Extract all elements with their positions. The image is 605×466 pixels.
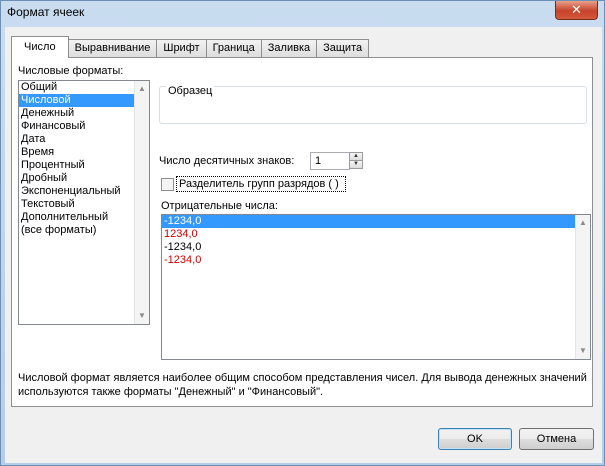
scroll-up-icon[interactable]: ▲ <box>576 216 590 230</box>
list-item[interactable]: Дата <box>19 133 149 146</box>
scroll-up-icon[interactable]: ▲ <box>135 82 149 96</box>
list-item[interactable]: -1234,0 <box>162 241 590 254</box>
list-item[interactable]: Экспоненциальный <box>19 185 149 198</box>
negative-items: -1234,0 1234,0 -1234,0 -1234,0 <box>162 215 590 267</box>
formats-items: Общий Числовой Денежный Финансовый Дата Время… <box>19 81 149 237</box>
list-item[interactable]: Финансовый <box>19 120 149 133</box>
tab-panel-number: Числовые форматы: Общий Числовой Денежный Ф… <box>11 57 593 407</box>
close-button[interactable]: ✕ <box>555 1 598 20</box>
list-item[interactable]: Время <box>19 146 149 159</box>
scroll-down-icon[interactable]: ▼ <box>576 344 590 358</box>
spin-down-icon[interactable]: ▼ <box>349 160 363 169</box>
decimals-label: Число десятичных знаков: <box>159 155 295 167</box>
tab-protection[interactable]: Защита <box>316 39 370 58</box>
list-item[interactable]: Общий <box>19 81 149 94</box>
sample-groupbox: Образец <box>159 85 587 124</box>
tab-strip: Число Выравнивание Шрифт Граница Заливка… <box>11 36 370 58</box>
format-cells-dialog: Формат ячеек ✕ Число Выравнивание Шрифт … <box>0 0 605 466</box>
list-item[interactable]: Текстовый <box>19 198 149 211</box>
ok-button[interactable]: OK <box>438 428 512 450</box>
list-item[interactable]: Числовой <box>19 94 134 107</box>
list-item[interactable]: Денежный <box>19 107 149 120</box>
list-item[interactable]: -1234,0 <box>162 215 575 228</box>
negative-label: Отрицательные числа: <box>161 200 278 212</box>
tab-number[interactable]: Число <box>11 36 69 58</box>
cancel-button[interactable]: Отмена <box>519 428 594 450</box>
title-bar[interactable]: Формат ячеек ✕ <box>1 1 604 25</box>
decimals-stepper: ▲ ▼ <box>349 152 363 169</box>
close-icon: ✕ <box>571 2 582 17</box>
list-item[interactable]: (все форматы) <box>19 224 149 237</box>
formats-scrollbar[interactable]: ▲ ▼ <box>134 81 149 324</box>
tab-fill[interactable]: Заливка <box>260 39 318 58</box>
tab-font[interactable]: Шрифт <box>156 39 207 58</box>
scroll-down-icon[interactable]: ▼ <box>135 309 149 323</box>
list-item[interactable]: 1234,0 <box>162 228 590 241</box>
decimals-input[interactable]: 1 <box>310 152 350 170</box>
separator-label[interactable]: Разделитель групп разрядов ( ) <box>179 178 339 190</box>
negative-scrollbar[interactable]: ▲ ▼ <box>575 215 590 359</box>
list-item[interactable]: Процентный <box>19 159 149 172</box>
formats-label: Числовые форматы: <box>18 65 124 77</box>
list-item[interactable]: Дробный <box>19 172 149 185</box>
format-description: Числовой формат является наиболее общим … <box>18 372 587 398</box>
dialog-client-area: Число Выравнивание Шрифт Граница Заливка… <box>5 27 602 463</box>
formats-list[interactable]: Общий Числовой Денежный Финансовый Дата Время… <box>18 80 150 325</box>
negative-list[interactable]: -1234,0 1234,0 -1234,0 -1234,0 ▲ ▼ <box>161 214 591 360</box>
list-item[interactable]: Дополнительный <box>19 211 149 224</box>
separator-checkbox[interactable] <box>161 178 174 191</box>
tab-alignment[interactable]: Выравнивание <box>67 39 158 58</box>
tab-border[interactable]: Граница <box>205 39 262 58</box>
list-item[interactable]: -1234,0 <box>162 254 590 267</box>
dialog-title: Формат ячеек <box>7 5 85 19</box>
sample-label: Образец <box>166 85 215 97</box>
